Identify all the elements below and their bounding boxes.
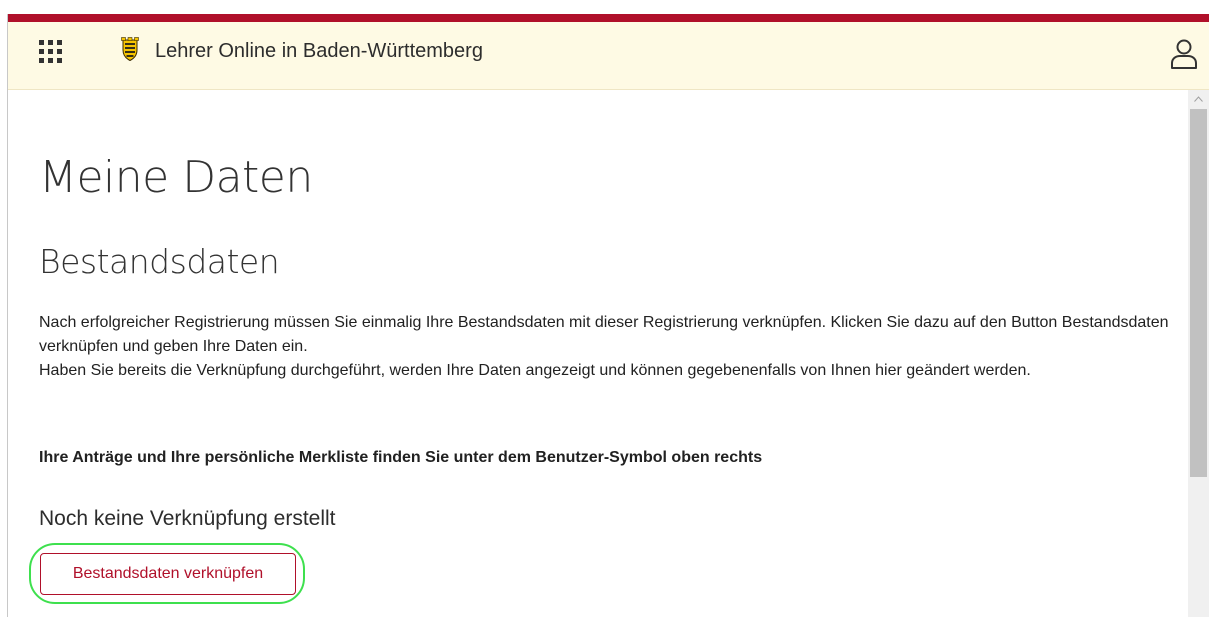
link-status-text: Noch keine Verknüpfung erstellt [39,507,336,530]
browser-frame: Lehrer Online in Baden-Württemberg Meine… [0,0,1209,617]
main-content: Meine Daten Bestandsdaten Nach erfolgrei… [8,90,1188,617]
page-title: Meine Daten [39,152,313,203]
hint-paragraph: Ihre Anträge und Ihre persönliche Merkli… [39,449,763,466]
intro-paragraph: Nach erfolgreicher Registrierung müssen … [39,314,1169,355]
app-title[interactable]: Lehrer Online in Baden-Württemberg [155,37,483,65]
chevron-up-icon [1194,95,1203,102]
scroll-up-button[interactable] [1188,90,1209,107]
brand-color-bar [8,14,1209,22]
app-header: Lehrer Online in Baden-Württemberg [8,22,1209,90]
user-icon[interactable] [1170,38,1198,70]
vertical-scrollbar[interactable] [1188,90,1209,617]
link-data-button[interactable]: Bestandsdaten verknüpfen [40,553,296,595]
info-paragraph: Haben Sie bereits die Verknüpfung durchg… [39,362,1031,379]
section-title: Bestandsdaten [39,242,280,281]
scrollbar-thumb[interactable] [1190,109,1207,477]
baden-wuerttemberg-crest-icon [121,37,139,61]
app-grid-icon[interactable] [39,40,62,64]
window-top-strip [0,0,1209,14]
